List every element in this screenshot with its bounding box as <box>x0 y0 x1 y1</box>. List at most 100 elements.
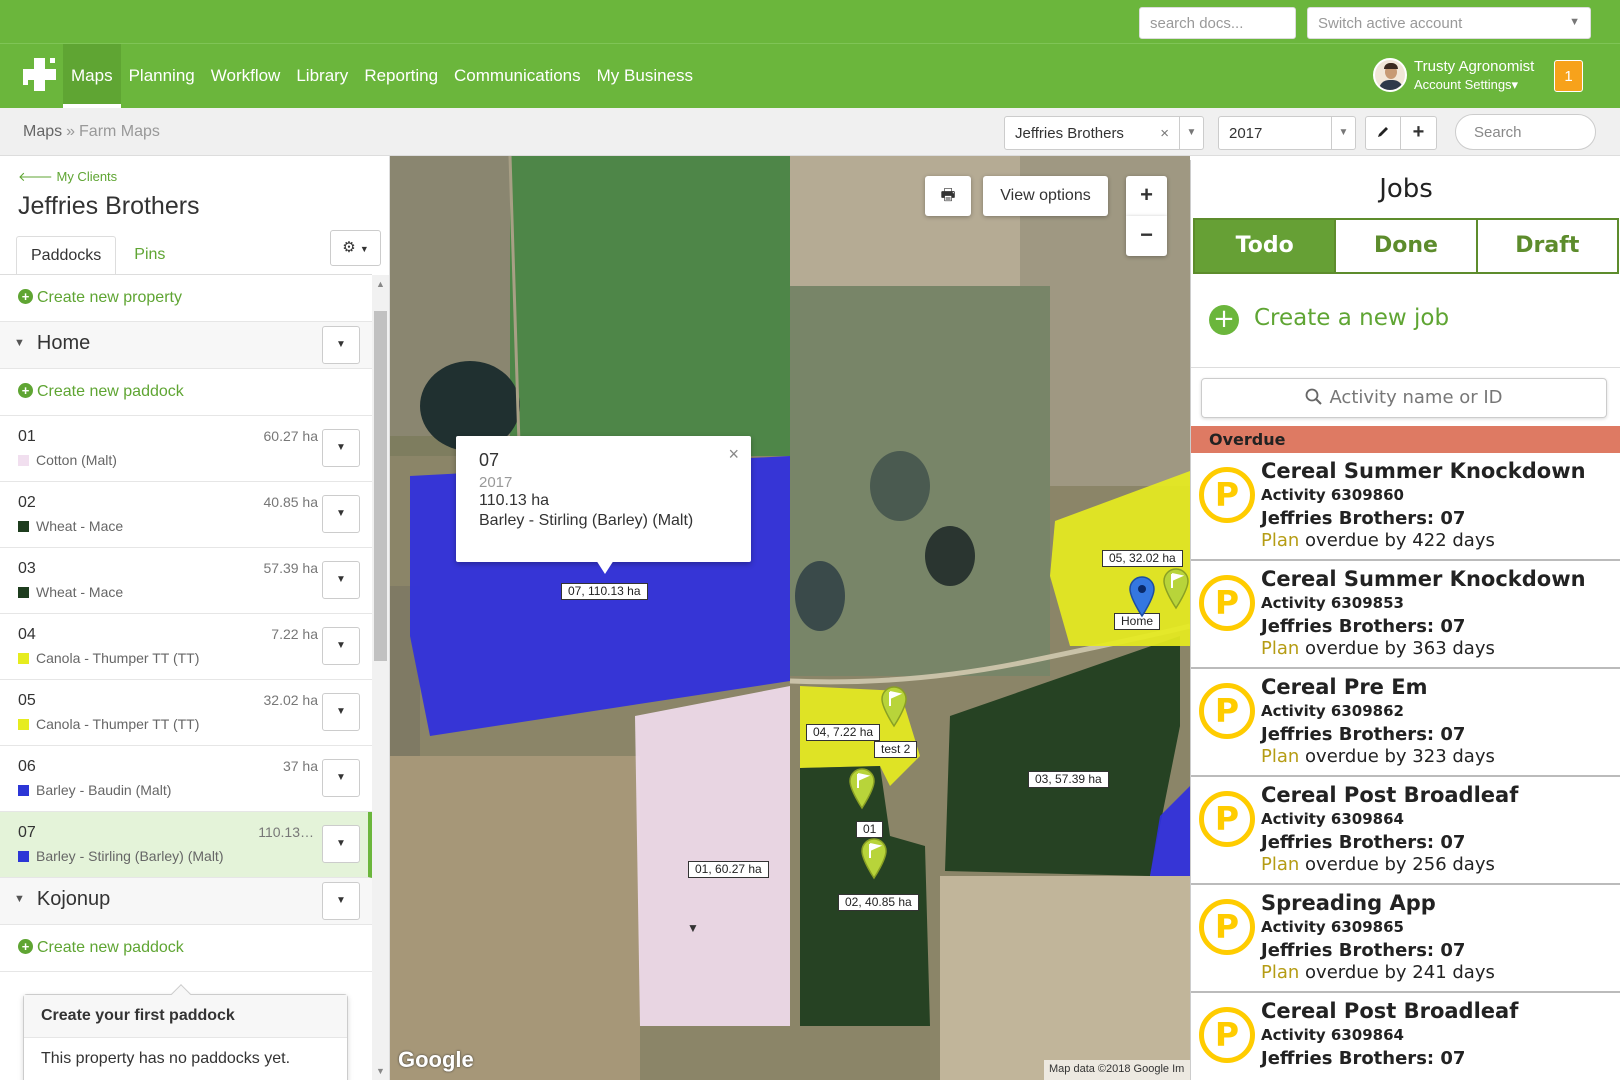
paddock-row[interactable]: 05 32.02 ha Canola - Thumper TT (TT) ▼ <box>0 680 372 746</box>
app-logo-icon[interactable] <box>23 58 57 92</box>
scroll-up-icon[interactable]: ▲ <box>376 279 385 289</box>
flag-pin-icon[interactable] <box>846 766 878 810</box>
breadcrumb-maps[interactable]: Maps <box>23 123 62 140</box>
paddock-id: 02 <box>18 494 36 511</box>
paddock-row[interactable]: 03 57.39 ha Wheat - Mace ▼ <box>0 548 372 614</box>
job-title: Spreading App <box>1261 891 1436 915</box>
paddock-dropdown-button[interactable]: ▼ <box>322 759 360 797</box>
notification-badge[interactable]: 1 <box>1554 60 1583 92</box>
paddock-crop: Barley - Stirling (Barley) (Malt) <box>18 848 223 864</box>
nav-reporting[interactable]: Reporting <box>356 44 446 108</box>
job-card[interactable]: P Cereal Pre Em Activity 6309862 Jeffrie… <box>1191 669 1620 777</box>
job-card[interactable]: P Cereal Summer Knockdown Activity 63098… <box>1191 453 1620 561</box>
paddock-dropdown-button[interactable]: ▼ <box>322 495 360 533</box>
paddock-row-selected[interactable]: 07 110.13… Barley - Stirling (Barley) (M… <box>0 812 372 878</box>
paddock-dropdown-button[interactable]: ▼ <box>322 627 360 665</box>
zoom-in-button[interactable]: + <box>1126 176 1167 216</box>
paddock-row[interactable]: 04 7.22 ha Canola - Thumper TT (TT) ▼ <box>0 614 372 680</box>
create-property-row[interactable]: + Create new property <box>0 275 372 322</box>
job-title: Cereal Post Broadleaf <box>1261 999 1519 1023</box>
create-paddock-link[interactable]: + Create new paddock <box>18 939 184 957</box>
property-dropdown-button[interactable]: ▼ <box>322 882 360 920</box>
job-overdue-text: overdue by 422 days <box>1305 530 1495 551</box>
tab-todo[interactable]: Todo <box>1195 220 1337 272</box>
job-overdue-text: overdue by 256 days <box>1305 854 1495 875</box>
printer-icon: 🖶 <box>940 187 956 204</box>
paddock-crop: Barley - Baudin (Malt) <box>18 782 171 798</box>
flag-pin-icon[interactable] <box>878 684 910 728</box>
chevron-down-icon[interactable]: ▼ <box>1331 117 1355 149</box>
divider <box>1191 367 1620 368</box>
paddock-dropdown-button[interactable]: ▼ <box>322 825 360 863</box>
clear-icon[interactable]: × <box>1160 125 1169 142</box>
scroll-down-icon[interactable]: ▼ <box>376 1066 385 1076</box>
close-icon[interactable]: × <box>728 444 739 465</box>
crop-name: Barley - Baudin (Malt) <box>36 782 172 798</box>
create-job-button[interactable]: + Create a new job <box>1209 305 1449 335</box>
nav-library[interactable]: Library <box>288 44 356 108</box>
client-select[interactable]: Jeffries Brothers × ▼ <box>1004 116 1204 150</box>
create-property-link[interactable]: + Create new property <box>18 289 182 307</box>
paddock-id: 05 <box>18 692 36 709</box>
location-pin-icon[interactable] <box>1126 574 1158 618</box>
job-card[interactable]: P Cereal Summer Knockdown Activity 63098… <box>1191 561 1620 669</box>
flag-pin-icon[interactable] <box>858 836 890 880</box>
flag-pin-icon[interactable] <box>1160 566 1190 610</box>
plan-badge-icon: P <box>1199 575 1255 631</box>
chevron-down-icon: ▼ <box>1569 16 1580 28</box>
map-attribution[interactable]: Map data ©2018 Google Im <box>1044 1060 1190 1080</box>
paddock-dropdown-button[interactable]: ▼ <box>322 429 360 467</box>
search-docs-input[interactable]: search docs... <box>1139 7 1296 39</box>
property-dropdown-button[interactable]: ▼ <box>322 326 360 364</box>
job-plan: Plan <box>1261 854 1300 875</box>
activity-search-placeholder: Activity name or ID <box>1329 387 1503 408</box>
jobs-title: Jobs <box>1379 174 1433 204</box>
job-card[interactable]: P Spreading App Activity 6309865 Jeffrie… <box>1191 885 1620 993</box>
activity-search-input[interactable]: Activity name or ID <box>1201 378 1607 418</box>
property-name: Home <box>36 332 91 354</box>
paddock-dropdown-button[interactable]: ▼ <box>322 693 360 731</box>
year-select[interactable]: 2017 ▼ <box>1218 116 1356 150</box>
account-settings-link[interactable]: Account Settings▾ <box>1414 77 1518 93</box>
nav-my-business[interactable]: My Business <box>589 44 701 108</box>
create-paddock-label: Create new paddock <box>37 383 184 400</box>
tab-pins[interactable]: Pins <box>120 236 179 274</box>
paddock-row[interactable]: 06 37 ha Barley - Baudin (Malt) ▼ <box>0 746 372 812</box>
create-paddock-row[interactable]: + Create new paddock <box>0 925 372 972</box>
paddock-dropdown-button[interactable]: ▼ <box>322 561 360 599</box>
settings-dropdown-button[interactable]: ⚙ ▼ <box>330 230 381 266</box>
scrollbar[interactable]: ▲ ▼ <box>372 275 389 1080</box>
nav-communications[interactable]: Communications <box>446 44 589 108</box>
create-paddock-row[interactable]: + Create new paddock <box>0 369 372 416</box>
add-button[interactable]: + <box>1400 116 1437 150</box>
paddock-row[interactable]: 01 60.27 ha Cotton (Malt) ▼ <box>0 416 372 482</box>
create-paddock-link[interactable]: + Create new paddock <box>18 383 184 401</box>
job-card[interactable]: P Cereal Post Broadleaf Activity 6309864… <box>1191 777 1620 885</box>
print-button[interactable]: 🖶 <box>925 176 971 216</box>
paddock-id: 01 <box>18 428 36 445</box>
property-header-kojonup[interactable]: ▼ Kojonup ▼ <box>0 878 372 925</box>
edit-button[interactable] <box>1365 116 1401 150</box>
job-plan: Plan <box>1261 746 1300 767</box>
plus-circle-icon: + <box>1209 305 1239 335</box>
chevron-down-icon[interactable]: ▼ <box>1179 117 1203 149</box>
nav-planning[interactable]: Planning <box>121 44 203 108</box>
crop-color-swatch <box>18 587 29 598</box>
paddock-row[interactable]: 02 40.85 ha Wheat - Mace ▼ <box>0 482 372 548</box>
tab-draft[interactable]: Draft <box>1478 220 1617 272</box>
nav-workflow[interactable]: Workflow <box>203 44 289 108</box>
back-to-clients-link[interactable]: 🡐 My Clients <box>18 169 117 185</box>
panel-tabs: Paddocks Pins <box>16 236 179 274</box>
tab-done[interactable]: Done <box>1336 220 1478 272</box>
nav-maps[interactable]: Maps <box>63 44 121 108</box>
job-card[interactable]: P Cereal Post Broadleaf Activity 6309864… <box>1191 993 1620 1080</box>
tab-paddocks[interactable]: Paddocks <box>16 236 117 274</box>
view-options-button[interactable]: View options <box>983 176 1108 216</box>
map-search-input[interactable]: Search <box>1455 114 1596 150</box>
job-title: Cereal Summer Knockdown <box>1261 567 1586 591</box>
zoom-out-button[interactable]: − <box>1126 216 1167 256</box>
scrollbar-thumb[interactable] <box>374 311 387 661</box>
switch-account-select[interactable]: Switch active account ▼ <box>1307 7 1591 39</box>
farm-map[interactable]: 🖶 View options + − 07 2017 110.13 ha Bar… <box>390 156 1190 1080</box>
property-header-home[interactable]: ▼ Home ▼ <box>0 322 372 369</box>
